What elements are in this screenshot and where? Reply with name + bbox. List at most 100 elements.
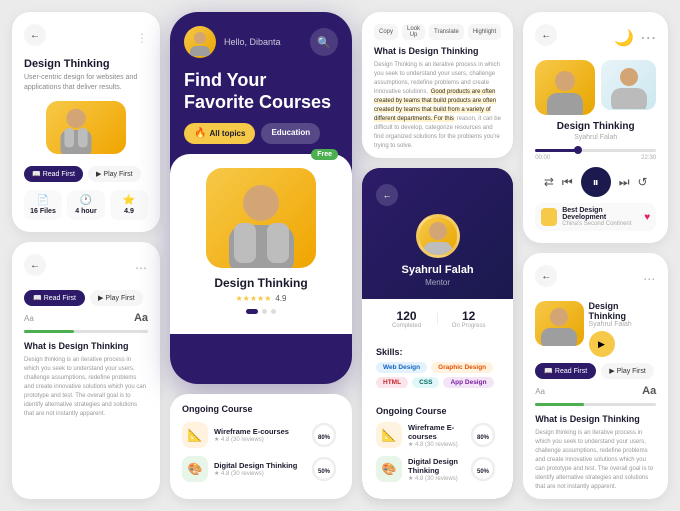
hours-value: 4 hour [75,208,96,215]
skills-tags: Web Design Graphic Design HTML CSS App D… [376,362,499,388]
indicator-2[interactable] [262,309,267,314]
right-hero-image [535,301,583,346]
now-playing-title: Best Design Development [562,207,639,221]
files-icon: 📄 [37,195,49,206]
reading-card-right: ← ⋯ Design Thinking Syahrul Falah ▶ [523,253,668,499]
copy-button[interactable]: Copy [374,24,398,40]
seek-bar[interactable] [535,149,656,152]
mentor-course-icon-2: 🎨 [376,456,402,482]
read-button-right[interactable]: 📖Read First [535,363,596,379]
read-button[interactable]: 📖Read First [24,290,85,306]
font-small-label: Aa [24,314,34,323]
course-title: Design Thinking [24,58,148,70]
more-icon[interactable]: ⋮ [136,31,148,45]
course-hero-image [46,101,126,154]
reading-progress-right[interactable] [535,403,656,406]
progress-circle-1: 80% [310,421,340,449]
mentor-course-name-1: Wireframe E-courses [408,423,463,441]
play-first-button[interactable]: ▶Play First [88,166,141,182]
audio-course-title: Design Thinking [535,121,656,132]
time-display: 00:00 22:30 [535,155,656,161]
svg-text:50%: 50% [477,469,490,475]
font-size-row: Aa Aa [24,312,148,324]
mentor-course-info-1: Wireframe E-courses ★ 4.8 (30 reviews) [408,423,463,448]
column-3: Copy Look Up Translate Highlight What is… [362,12,513,499]
lookup-button[interactable]: Look Up [402,24,425,40]
avatar-image [186,28,214,56]
right-course-info: Design Thinking Syahrul Falah ▶ [589,301,657,357]
files-value: 16 Files [30,208,56,215]
article-title: What is Design Thinking [24,341,148,351]
star-icons: ★★★★★ [236,294,272,303]
highlight-button[interactable]: Highlight [468,24,501,40]
repeat-icon[interactable]: ↺ [638,175,648,189]
playback-controls: ⇄ ⏮ ⏸ ⏭ ↺ [535,167,656,197]
now-playing-bar: Best Design Development China's Second C… [535,203,656,231]
indicator-1[interactable] [246,309,258,314]
like-button[interactable]: ♥ [644,212,650,223]
back-button-mentor[interactable]: ← [376,184,398,206]
back-button-2[interactable]: ← [24,254,46,276]
audio-top-bar: ← 🌙 ⋯ [535,24,656,52]
mentor-ongoing-section: Ongoing Course 📐 Wireframe E-courses ★ 4… [362,398,513,499]
back-button[interactable]: ← [24,24,46,46]
play-button[interactable]: ▶Play First [90,290,143,306]
indicator-3[interactable] [271,309,276,314]
all-topics-tag[interactable]: 🔥 All topics [184,123,255,144]
mentor-name: Syahrul Falah [376,264,499,276]
skill-graphic-design: Graphic Design [431,362,493,373]
skills-title: Skills: [376,347,499,357]
mentor-course-name-2: Digital Design Thinking [408,457,463,475]
next-button[interactable]: ⏭ [619,175,630,190]
fire-icon: 🔥 [194,128,206,139]
text-toolbar: Copy Look Up Translate Highlight [374,24,501,40]
more-menu-right[interactable]: ⋯ [643,272,656,286]
rating-stat: ⭐ 4.9 [110,190,148,220]
play-button-right[interactable]: ▶Play First [601,363,654,379]
favorite-courses-heading: Favorite Courses [170,92,352,124]
mentor-course-info-2: Digital Design Thinking ★ 4.8 (30 review… [408,457,463,482]
promo-badge: Free [311,149,338,160]
education-tag[interactable]: Education [261,123,320,144]
stats-row: 📄 16 Files 🕐 4 hour ⭐ 4.9 [24,190,148,220]
completed-stat: 120 Completed [376,309,437,329]
read-first-button[interactable]: 📖Read First [24,166,83,182]
svg-text:80%: 80% [477,435,490,441]
course-info-1: Wireframe E-courses ★ 4.8 (30 reviews) [214,427,304,443]
audio-course-image [535,60,595,115]
audio-person-2 [601,60,656,110]
play-icon-small[interactable]: ▶ [589,331,615,357]
shuffle-icon[interactable]: ⇄ [544,175,554,189]
completed-label: Completed [376,323,437,329]
mentor-course-meta-1: ★ 4.8 (30 reviews) [408,441,463,448]
featured-course-image [206,168,316,268]
back-button-right[interactable]: ← [535,265,557,287]
find-your-heading: Find Your [170,58,352,92]
mentor-avatar [416,214,460,258]
clock-icon: 🕐 [80,195,92,206]
ongoing-title: Ongoing Course [182,404,340,414]
mentor-portrait [419,217,457,255]
greeting-text: Hello, Dibanta [224,37,281,47]
column-2: Hello, Dibanta 🔍 Find Your Favorite Cour… [170,12,352,499]
current-time: 00:00 [535,155,550,161]
course-card-top-left: ← ⋮ Design Thinking User-centric design … [12,12,160,232]
translate-button[interactable]: Translate [429,24,464,40]
back-button-audio[interactable]: ← [535,24,557,46]
svg-text:50%: 50% [318,469,331,475]
top-bar: ← ⋯ [24,254,148,282]
rating-value: 4.9 [124,208,134,215]
font-small-right: Aa [535,387,545,396]
skills-section: Skills: Web Design Graphic Design HTML C… [362,339,513,398]
mentor-course-1: 📐 Wireframe E-courses ★ 4.8 (30 reviews)… [376,421,499,449]
play-pause-button[interactable]: ⏸ [581,167,611,197]
now-playing-thumbnail [541,208,557,226]
files-stat: 📄 16 Files [24,190,62,220]
search-button[interactable]: 🔍 [310,28,338,56]
more-menu-audio[interactable]: ⋯ [640,28,656,48]
more-menu[interactable]: ⋯ [135,261,148,275]
skill-html: HTML [376,377,408,388]
mentor-ongoing-title: Ongoing Course [376,406,499,416]
prev-button[interactable]: ⏮ [562,175,573,190]
reading-progress[interactable] [24,330,148,333]
